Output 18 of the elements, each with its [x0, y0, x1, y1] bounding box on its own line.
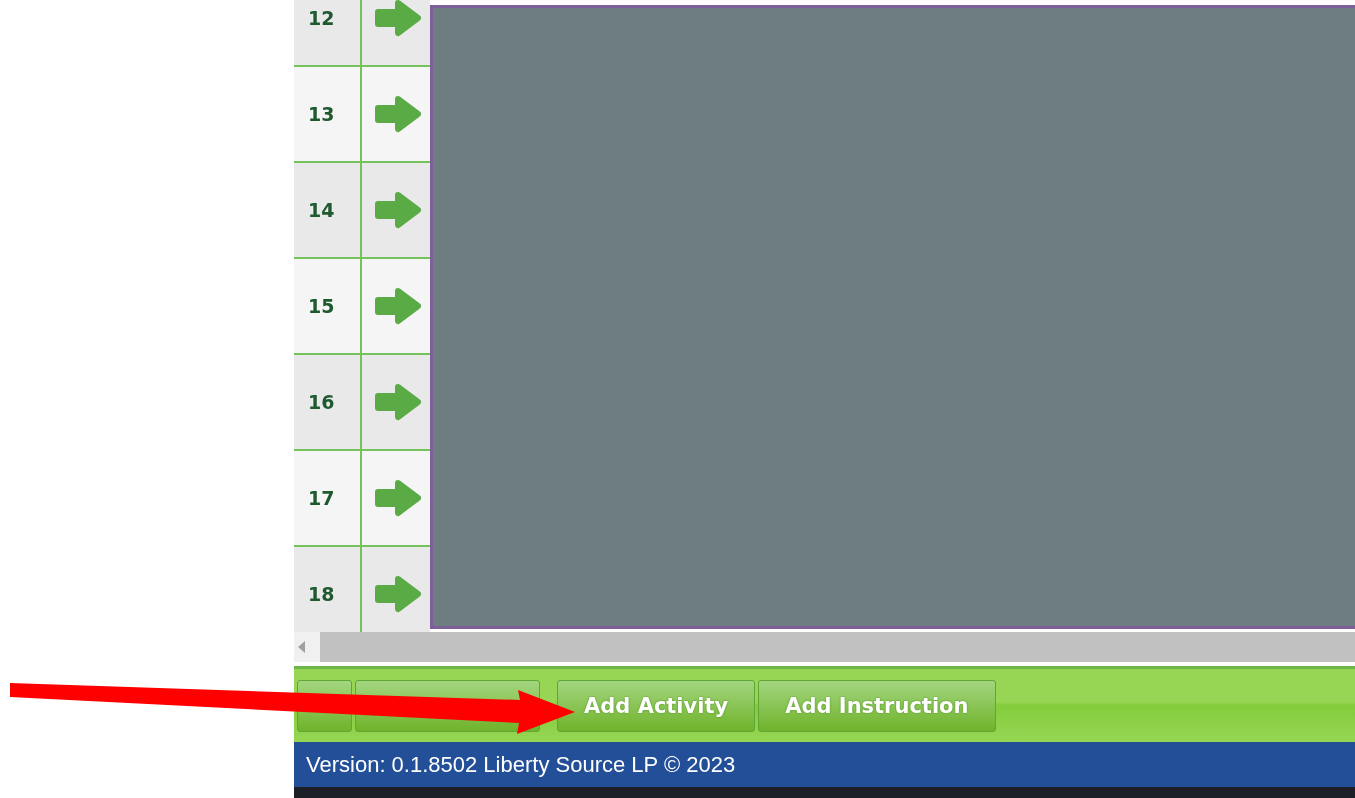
version-text: Version: 0.1.8502 Liberty Source LP © 2023: [306, 751, 736, 778]
arrow-icon[interactable]: [374, 383, 422, 421]
row-number: 18: [294, 547, 362, 632]
arrow-icon[interactable]: [374, 479, 422, 517]
toolbar-button[interactable]: Add Activity: [557, 679, 756, 732]
row-number: 14: [294, 163, 362, 257]
row-number: 13: [294, 67, 362, 161]
row-number: 15: [294, 259, 362, 353]
row-number: 17: [294, 451, 362, 545]
row-number: 16: [294, 355, 362, 449]
arrow-icon[interactable]: [374, 287, 422, 325]
toolbar-button[interactable]: Add Instruction: [758, 679, 996, 732]
arrow-icon[interactable]: [374, 575, 422, 613]
arrow-icon[interactable]: [374, 0, 422, 37]
row-number: 12: [294, 0, 362, 65]
scroll-left-icon[interactable]: [298, 641, 306, 653]
arrow-icon[interactable]: [374, 191, 422, 229]
arrow-icon[interactable]: [374, 95, 422, 133]
